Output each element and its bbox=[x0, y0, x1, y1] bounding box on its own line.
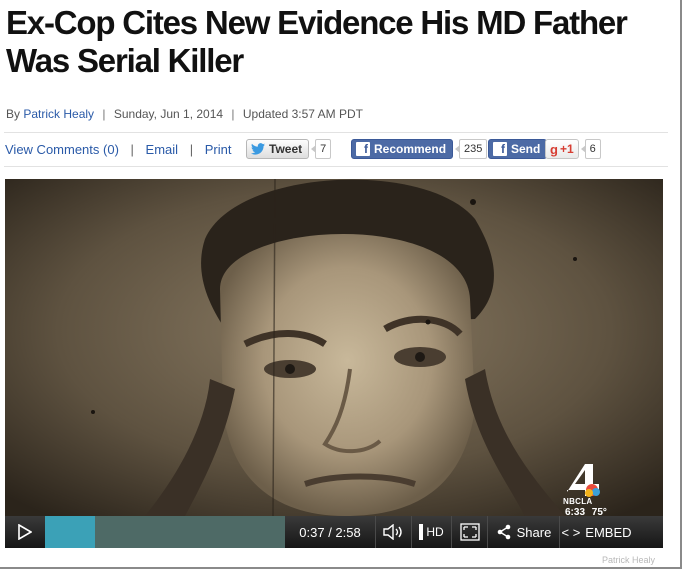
twitter-bird-icon bbox=[251, 143, 265, 155]
embed-button[interactable]: < > EMBED bbox=[559, 516, 633, 548]
video-controls: 0:37 / 2:58 HD Share < > EMBED bbox=[5, 516, 663, 548]
author-link[interactable]: Patrick Healy bbox=[23, 107, 94, 121]
tweet-label: Tweet bbox=[269, 142, 303, 156]
byline-prefix: By bbox=[6, 107, 21, 121]
speaker-icon bbox=[382, 524, 402, 540]
gplus-button[interactable]: g +1 bbox=[545, 139, 579, 159]
hd-toggle[interactable]: HD bbox=[411, 516, 451, 548]
article-frame: Ex-Cop Cites New Evidence His MD Father … bbox=[0, 0, 682, 569]
current-time: 0:37 bbox=[299, 524, 325, 540]
facebook-icon: f bbox=[356, 142, 370, 156]
share-label: Share bbox=[516, 524, 552, 540]
view-comments-link[interactable]: View Comments (0) bbox=[5, 142, 119, 157]
google-plus-icon: g bbox=[550, 141, 558, 157]
byline-separator: | bbox=[102, 107, 106, 121]
gplus-count: 6 bbox=[580, 139, 601, 159]
share-button[interactable]: Share bbox=[487, 516, 559, 548]
time-display: 0:37 / 2:58 bbox=[285, 525, 375, 540]
byline-separator: | bbox=[231, 107, 235, 121]
tweet-count: 7 bbox=[311, 139, 332, 159]
video-player[interactable]: NBCLA 6:33 75° 0:37 / 2:58 HD Share < > … bbox=[5, 179, 663, 548]
recommend-widget: f Recommend 235 bbox=[351, 139, 488, 159]
print-link[interactable]: Print bbox=[205, 142, 232, 157]
fullscreen-icon bbox=[459, 523, 480, 541]
fullscreen-button[interactable] bbox=[451, 516, 487, 548]
hd-indicator-bar bbox=[419, 524, 424, 540]
tweet-widget: Tweet 7 bbox=[246, 139, 332, 159]
embed-label: EMBED bbox=[585, 524, 632, 540]
send-widget: f Send bbox=[488, 139, 548, 159]
send-button[interactable]: f Send bbox=[488, 139, 548, 159]
code-icon: < > bbox=[561, 524, 581, 540]
recommend-label: Recommend bbox=[374, 142, 447, 156]
send-label: Send bbox=[511, 142, 541, 156]
tweet-button[interactable]: Tweet bbox=[246, 139, 310, 159]
email-link[interactable]: Email bbox=[146, 142, 179, 157]
nbcla-logo: NBCLA 6:33 75° bbox=[561, 462, 611, 518]
article-actions: View Comments (0) | Email | Print bbox=[5, 142, 231, 157]
publish-date: Sunday, Jun 1, 2014 bbox=[113, 107, 224, 121]
gplus-widget: g +1 6 bbox=[545, 139, 601, 159]
recommend-count: 235 bbox=[454, 139, 488, 159]
station-name: NBCLA bbox=[563, 497, 593, 506]
progress-played bbox=[45, 516, 96, 548]
watermark-credit: Patrick Healy bbox=[602, 555, 656, 565]
play-button[interactable] bbox=[5, 516, 45, 548]
divider bbox=[4, 132, 668, 133]
duration: 2:58 bbox=[335, 524, 361, 540]
updated-time: Updated 3:57 AM PDT bbox=[242, 107, 363, 121]
facebook-icon: f bbox=[493, 142, 507, 156]
volume-button[interactable] bbox=[375, 516, 411, 548]
gplus-label: +1 bbox=[559, 142, 574, 156]
recommend-button[interactable]: f Recommend bbox=[351, 139, 454, 159]
nbc-peacock-icon bbox=[567, 464, 600, 497]
byline: By Patrick Healy | Sunday, Jun 1, 2014 |… bbox=[6, 107, 363, 121]
article-headline: Ex-Cop Cites New Evidence His MD Father … bbox=[6, 4, 628, 79]
play-icon bbox=[18, 524, 32, 540]
share-icon bbox=[497, 524, 510, 540]
hd-label: HD bbox=[426, 525, 444, 539]
progress-bar[interactable] bbox=[45, 516, 285, 548]
divider bbox=[4, 166, 668, 167]
action-separator: | bbox=[189, 142, 194, 157]
action-separator: | bbox=[130, 142, 134, 157]
